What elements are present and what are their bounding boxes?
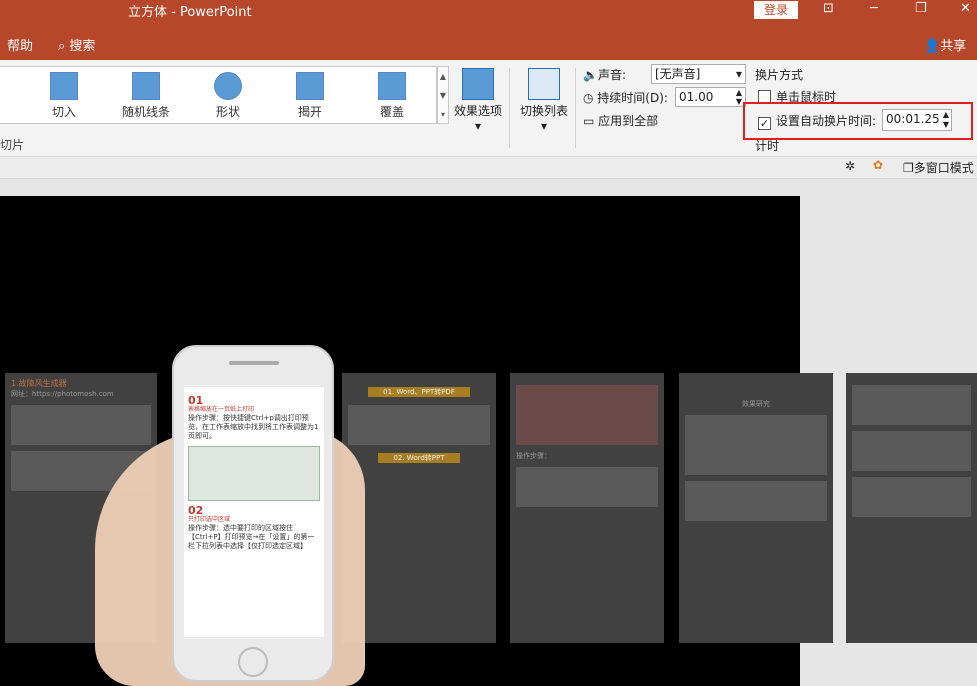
sound-value: [无声音] xyxy=(655,67,701,81)
page-title: 01. Word、PPT转PDF xyxy=(368,387,470,397)
phone-speaker xyxy=(229,361,279,365)
transition-list-label: 切换列表 xyxy=(519,104,568,118)
transition-list-button[interactable]: 切换列表 ▾ xyxy=(518,68,570,133)
apply-all-icon: ▭ xyxy=(583,114,599,128)
minimize-button[interactable]: ─ xyxy=(870,1,878,16)
gallery-label: 随机线条 xyxy=(121,105,170,119)
effect-options-button[interactable]: 效果选项 ▾ xyxy=(452,68,504,133)
title-bar: 立方体 - PowerPoint 登录 ⊡ ─ ❐ ✕ xyxy=(0,0,977,30)
sound-label: 🔈声音: xyxy=(583,66,626,83)
spreadsheet-image xyxy=(188,446,320,501)
multi-window-button[interactable]: ❐多窗口模式 xyxy=(903,159,974,176)
phone-subtitle: 表格缩放在一页纸上打印 xyxy=(188,406,255,413)
cover-transition-icon xyxy=(378,72,406,100)
transition-group-label: 切片 xyxy=(0,138,25,152)
dropdown-arrow-icon: ▾ xyxy=(474,119,482,133)
gallery-label: 覆盖 xyxy=(379,105,404,119)
slide-page-3: 操作步骤： xyxy=(510,373,664,643)
phone-mockup: 01 表格缩放在一页纸上打印 操作步骤：按快捷键Ctrl+p调出打印预览，在工作… xyxy=(172,345,334,682)
phone-subtitle: 只打印选中区域 xyxy=(188,516,231,523)
page-image xyxy=(11,405,151,445)
page-url: 网址：https://photomosh.com xyxy=(11,390,114,398)
random-bars-icon xyxy=(132,72,160,100)
tell-me-search[interactable]: ⌕ 搜索 xyxy=(58,35,95,54)
duration-label: ◷ 持续时间(D): xyxy=(583,89,668,106)
login-button[interactable]: 登录 xyxy=(754,1,798,19)
sound-dropdown[interactable]: [无声音] ▾ xyxy=(651,64,746,84)
apply-all-label: 应用到全部 xyxy=(598,114,659,128)
chevron-down-icon: ▾ xyxy=(735,67,742,81)
highlight-box xyxy=(743,102,973,140)
gallery-more-icon[interactable]: ▾ xyxy=(438,105,448,124)
phone-screen: 01 表格缩放在一页纸上打印 操作步骤：按快捷键Ctrl+p调出打印预览，在工作… xyxy=(184,387,324,637)
scroll-up-icon[interactable]: ▲ xyxy=(438,67,448,86)
page-image xyxy=(852,431,971,471)
person-icon: 👤 xyxy=(924,39,941,54)
page-image xyxy=(852,477,971,517)
transition-random-bars[interactable]: 随机线条 xyxy=(116,72,176,120)
phone-text: 操作步骤：选中要打印的区域按住【Ctrl+P】打印预览→在「设置」的第一栏下拉列… xyxy=(188,524,315,550)
duration-value: 01.00 xyxy=(679,90,714,104)
gallery-label: 切入 xyxy=(51,105,76,119)
phone-heading: 01 xyxy=(188,394,204,407)
page-image xyxy=(685,481,827,521)
dropdown-arrow-icon: ▾ xyxy=(540,119,548,133)
clock-icon: ◷ xyxy=(583,91,598,105)
apply-all-button[interactable]: ▭ 应用到全部 xyxy=(583,112,658,129)
gallery-scroll[interactable]: ▲ ▼ ▾ xyxy=(437,66,449,124)
page-title: 效果研究 xyxy=(742,400,770,408)
page-image xyxy=(348,405,490,445)
window-title: 立方体 - PowerPoint xyxy=(128,5,252,20)
transition-cut[interactable]: 切入 xyxy=(34,72,94,120)
speaker-icon: 🔈 xyxy=(583,68,598,82)
spin-arrows-icon[interactable]: ▲ ▼ xyxy=(736,88,742,106)
cut-transition-icon xyxy=(50,72,78,100)
sparkle-icon[interactable]: ✲ xyxy=(845,159,855,173)
search-icon: ⌕ xyxy=(58,39,70,54)
page-image xyxy=(685,415,827,475)
page-title: 1.故障风生成器 xyxy=(11,379,67,388)
share-label: 共享 xyxy=(940,39,967,54)
transition-uncover[interactable]: 揭开 xyxy=(280,72,340,120)
separator xyxy=(575,68,576,148)
transition-cover[interactable]: 覆盖 xyxy=(362,72,422,120)
ribbon-tab-bar: 帮助 ⌕ 搜索 👤共享 xyxy=(0,30,977,60)
advance-header: 换片方式 xyxy=(755,68,804,82)
transition-shape[interactable]: 形状 xyxy=(198,72,258,120)
phone-heading: 02 xyxy=(188,504,204,517)
effect-options-label: 效果选项 xyxy=(453,104,502,118)
sound-label-text: 声音: xyxy=(597,68,626,82)
scroll-down-icon[interactable]: ▼ xyxy=(438,86,448,105)
ribbon-display-icon[interactable]: ⊡ xyxy=(823,1,834,16)
gallery-label: 揭开 xyxy=(297,105,322,119)
home-button xyxy=(238,647,268,677)
phone-text: 操作步骤：按快捷键Ctrl+p调出打印预览，在工作表缩放中找到将工作表调整为1页… xyxy=(188,414,319,440)
gallery-label: 形状 xyxy=(215,105,240,119)
slide-page-4: 效果研究 xyxy=(679,373,833,643)
window-icon: ❐ xyxy=(903,161,914,175)
effect-options-icon xyxy=(462,68,494,100)
transition-gallery: 切入 随机线条 形状 揭开 覆盖 xyxy=(0,66,437,124)
page-image xyxy=(852,385,971,425)
duration-label-text: 持续时间(D): xyxy=(597,91,668,105)
slide-page-5 xyxy=(846,373,977,643)
uncover-transition-icon xyxy=(296,72,324,100)
shape-transition-icon xyxy=(214,72,242,100)
transition-list-icon xyxy=(528,68,560,100)
page-image xyxy=(516,467,658,507)
share-button[interactable]: 👤共享 xyxy=(924,35,966,54)
slide-page-2: 01. Word、PPT转PDF 02. Word转PPT xyxy=(342,373,496,643)
restore-button[interactable]: ❐ xyxy=(915,1,927,16)
close-button[interactable]: ✕ xyxy=(960,1,971,16)
multi-window-label: 多窗口模式 xyxy=(913,161,974,175)
page-image xyxy=(516,385,658,445)
separator xyxy=(509,68,510,148)
tab-help[interactable]: 帮助 xyxy=(7,35,33,54)
page-tag: 02. Word转PPT xyxy=(378,453,460,463)
gear-icon[interactable]: ✿ xyxy=(873,158,883,172)
search-label: 搜索 xyxy=(69,39,96,54)
quick-bar: ✲ ✿ ❐多窗口模式 xyxy=(0,157,977,179)
duration-spinner[interactable]: 01.00 ▲ ▼ xyxy=(675,87,746,107)
page-label: 操作步骤： xyxy=(516,452,551,460)
